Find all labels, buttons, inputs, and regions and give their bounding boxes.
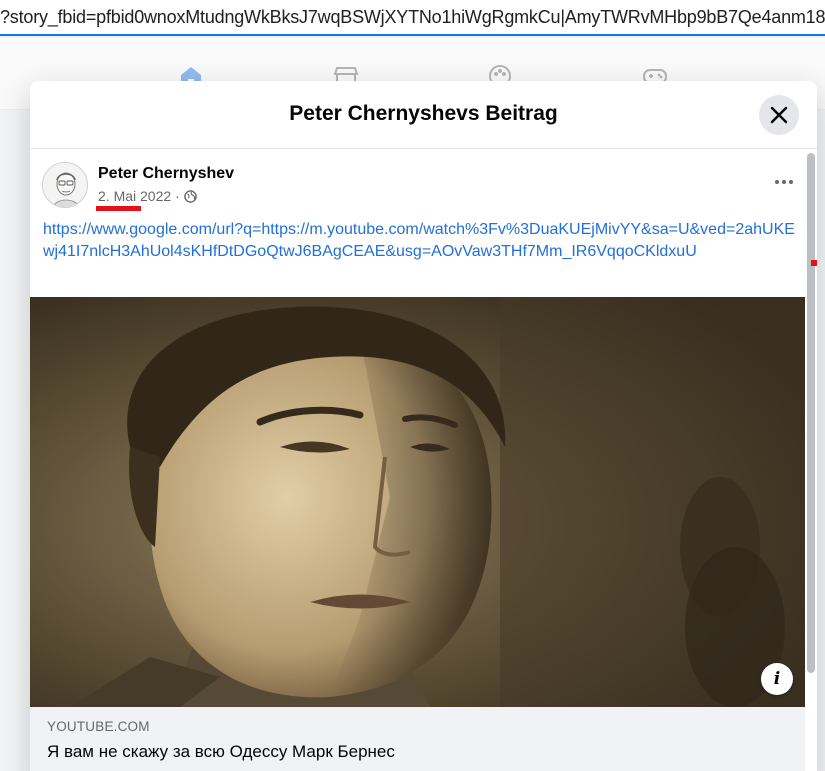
more-icon [775, 180, 779, 184]
address-bar[interactable]: ?story_fbid=pfbid0wnoxMtudngWkBksJ7wqBSW… [0, 0, 825, 36]
post-dialog: Peter Chernyshevs Beitrag Peter Chernysh… [30, 81, 817, 771]
meta-separator: · [175, 188, 180, 204]
author-avatar[interactable] [42, 162, 88, 208]
link-domain: YOUTUBE.COM [47, 719, 150, 734]
close-button[interactable] [759, 95, 799, 135]
more-options-button[interactable] [769, 170, 799, 194]
link-title[interactable]: Я вам не скажу за всю Одессу Марк Бернес [47, 742, 395, 762]
address-bar-url[interactable]: ?story_fbid=pfbid0wnoxMtudngWkBksJ7wqBSW… [0, 7, 825, 28]
post: Peter Chernyshev 2. Mai 2022 · https://w… [30, 150, 805, 771]
info-button[interactable]: i [761, 663, 793, 695]
dialog-header: Peter Chernyshevs Beitrag [30, 81, 817, 149]
video-thumbnail[interactable]: i [30, 297, 805, 707]
post-date[interactable]: 2. Mai 2022 [98, 188, 171, 204]
globe-icon [184, 189, 197, 203]
author-name[interactable]: Peter Chernyshev [98, 165, 234, 183]
close-icon [770, 106, 788, 124]
post-meta: 2. Mai 2022 · [98, 188, 197, 204]
annotation-mark [811, 260, 817, 266]
date-annotation-underline [96, 206, 141, 211]
video-thumbnail-image [30, 297, 805, 707]
link-preview-card[interactable]: YOUTUBE.COM Я вам не скажу за всю Одессу… [30, 707, 805, 771]
info-icon: i [773, 669, 781, 689]
post-link[interactable]: https://www.google.com/url?q=https://m.y… [43, 219, 803, 263]
dialog-title: Peter Chernyshevs Beitrag [289, 102, 558, 125]
dialog-scrollbar[interactable] [807, 153, 815, 673]
